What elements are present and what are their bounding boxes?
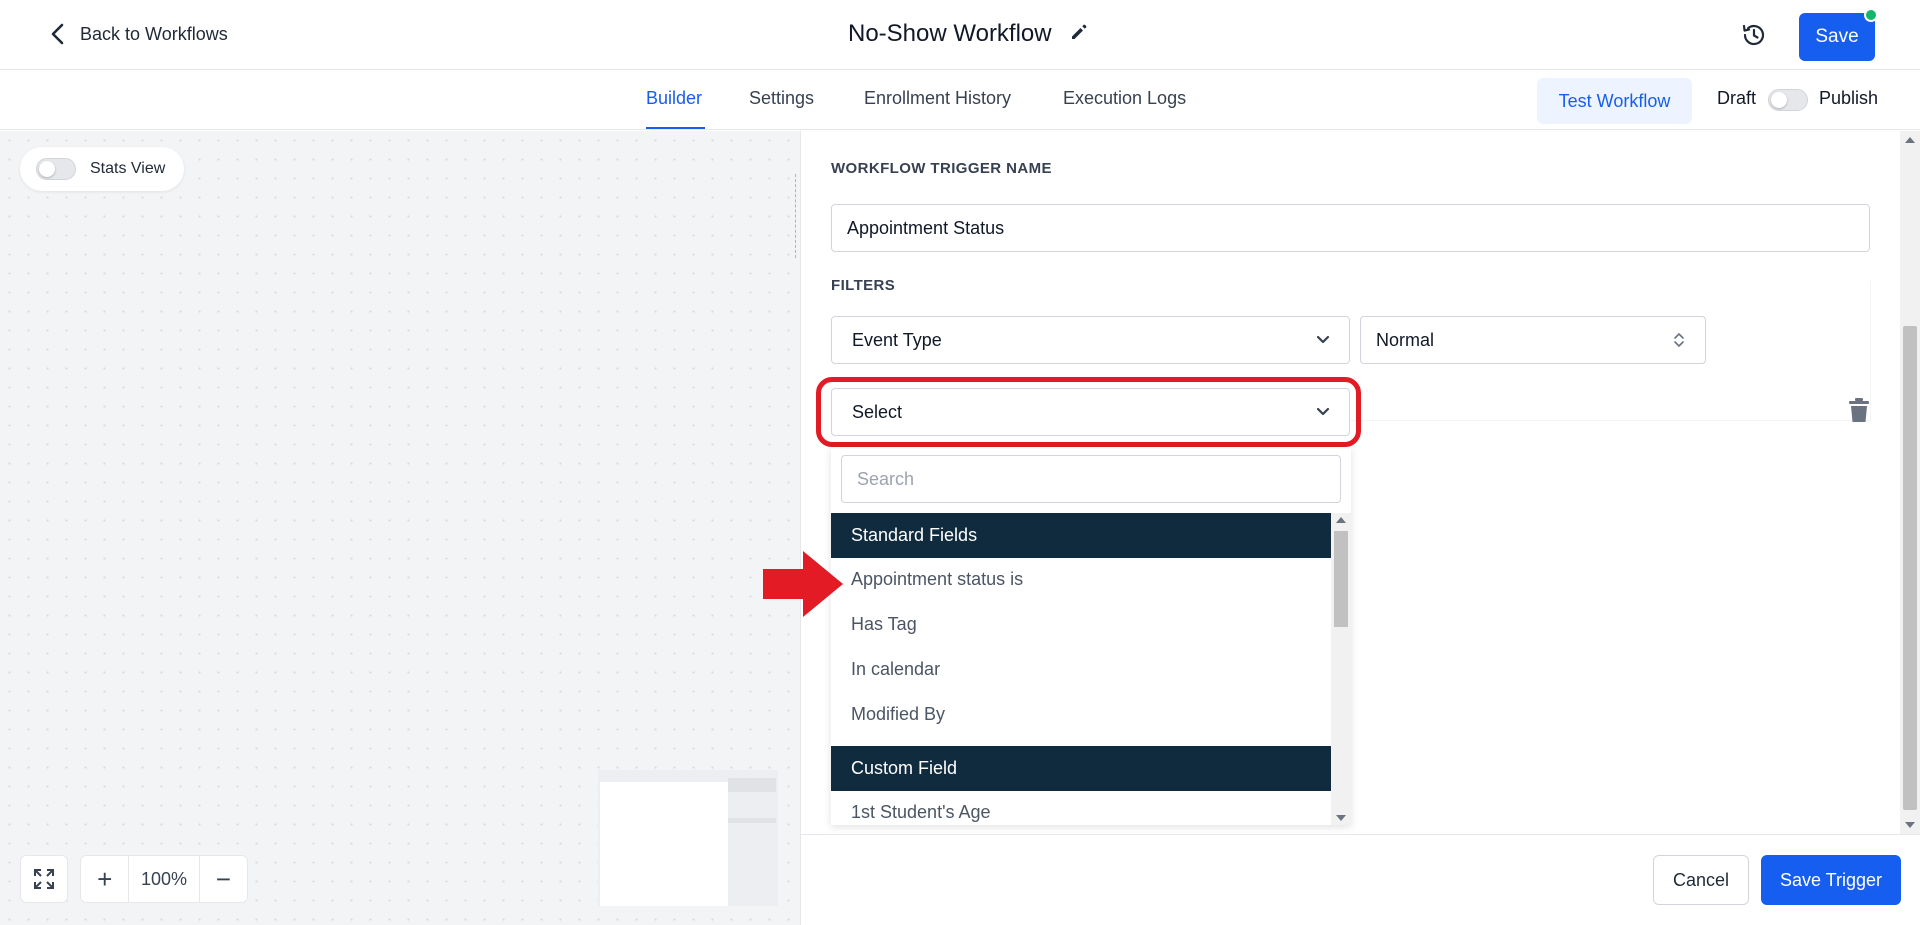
publish-label: Publish — [1819, 88, 1879, 108]
minimap-node — [728, 778, 776, 792]
scroll-up-arrow[interactable] — [1336, 517, 1346, 523]
toggle-knob — [39, 161, 55, 177]
tab-bar: Builder Settings Enrollment History Exec… — [0, 70, 1920, 130]
workflow-title-wrap: No-Show Workflow — [848, 20, 1088, 48]
toggle-knob — [1771, 92, 1787, 108]
option-modified-by[interactable]: Modified By — [831, 693, 1331, 738]
draft-label: Draft — [1717, 88, 1757, 108]
scroll-up-arrow[interactable] — [1905, 137, 1915, 143]
scroll-down-arrow[interactable] — [1336, 815, 1346, 821]
zoom-in-button[interactable]: + — [81, 855, 128, 903]
top-header: Back to Workflows No-Show Workflow Save — [0, 0, 1920, 70]
trigger-name-label: WORKFLOW TRIGGER NAME — [831, 160, 1052, 177]
chevron-updown-icon — [1674, 333, 1684, 347]
tab-settings[interactable]: Settings — [749, 88, 814, 109]
option-has-tag[interactable]: Has Tag — [831, 603, 1331, 648]
stats-view-control: Stats View — [20, 147, 184, 191]
group-header-standard-fields: Standard Fields — [831, 513, 1331, 558]
filter-field-value: Event Type — [852, 329, 942, 350]
test-workflow-button[interactable]: Test Workflow — [1537, 78, 1692, 124]
panel-footer: Cancel Save Trigger — [800, 834, 1920, 925]
stats-view-toggle[interactable] — [36, 158, 76, 180]
filter-options-dropdown: Search Standard Fields Appointment statu… — [831, 447, 1351, 825]
chevron-down-icon — [1316, 335, 1330, 344]
trash-icon[interactable] — [1848, 397, 1870, 423]
tab-builder[interactable]: Builder — [646, 88, 702, 109]
back-label: Back to Workflows — [80, 23, 228, 44]
filter-value-text: Normal — [1376, 329, 1435, 350]
workflow-canvas[interactable]: Stats View + 100% − — [0, 131, 800, 925]
publish-toggle[interactable] — [1768, 89, 1808, 111]
tab-enrollment-history[interactable]: Enrollment History — [864, 88, 1011, 109]
option-appointment-status-is[interactable]: Appointment status is — [831, 558, 1331, 603]
arrow-annotation-icon — [763, 551, 843, 617]
trigger-panel: WORKFLOW TRIGGER NAME Appointment Status… — [800, 131, 1900, 834]
tab-execution-logs[interactable]: Execution Logs — [1063, 88, 1186, 109]
zoom-controls: + 100% − — [80, 855, 248, 903]
group-header-custom-field: Custom Field — [831, 746, 1331, 791]
minimap-node — [728, 818, 776, 823]
history-icon[interactable] — [1740, 21, 1768, 49]
option-in-calendar[interactable]: In calendar — [831, 648, 1331, 693]
save-button[interactable]: Save — [1799, 13, 1875, 61]
new-filter-value: Select — [852, 401, 903, 422]
save-trigger-button[interactable]: Save Trigger — [1761, 855, 1901, 905]
new-filter-select[interactable]: Select — [831, 388, 1350, 436]
expand-icon — [34, 869, 54, 889]
active-tab-indicator — [646, 127, 705, 129]
trigger-name-input[interactable]: Appointment Status — [831, 204, 1870, 252]
filter-value-select[interactable]: Normal — [1360, 316, 1706, 364]
scroll-down-arrow[interactable] — [1905, 822, 1915, 828]
filter-field-select[interactable]: Event Type — [831, 316, 1350, 364]
fit-view-button[interactable] — [20, 855, 68, 903]
stats-view-label: Stats View — [90, 160, 166, 177]
page-title: No-Show Workflow — [848, 20, 1052, 47]
cancel-button[interactable]: Cancel — [1653, 855, 1749, 905]
panel-scrollbar[interactable] — [1900, 131, 1920, 834]
minimap[interactable] — [598, 770, 778, 906]
option-1st-students-age[interactable]: 1st Student's Age — [831, 791, 1331, 825]
dropdown-scrollbar[interactable] — [1331, 513, 1351, 825]
back-to-workflows-link[interactable]: Back to Workflows — [48, 22, 228, 46]
minimap-viewport — [600, 782, 728, 906]
dropdown-search-input[interactable]: Search — [841, 455, 1341, 503]
zoom-level: 100% — [128, 855, 200, 903]
scrollbar-thumb[interactable] — [1334, 531, 1348, 627]
pencil-icon[interactable] — [1070, 23, 1088, 46]
scrollbar-thumb[interactable] — [1903, 326, 1917, 810]
status-dot — [1864, 8, 1878, 22]
chevron-left-icon — [51, 23, 64, 45]
chevron-down-icon — [1316, 407, 1330, 416]
zoom-out-button[interactable]: − — [200, 855, 247, 903]
